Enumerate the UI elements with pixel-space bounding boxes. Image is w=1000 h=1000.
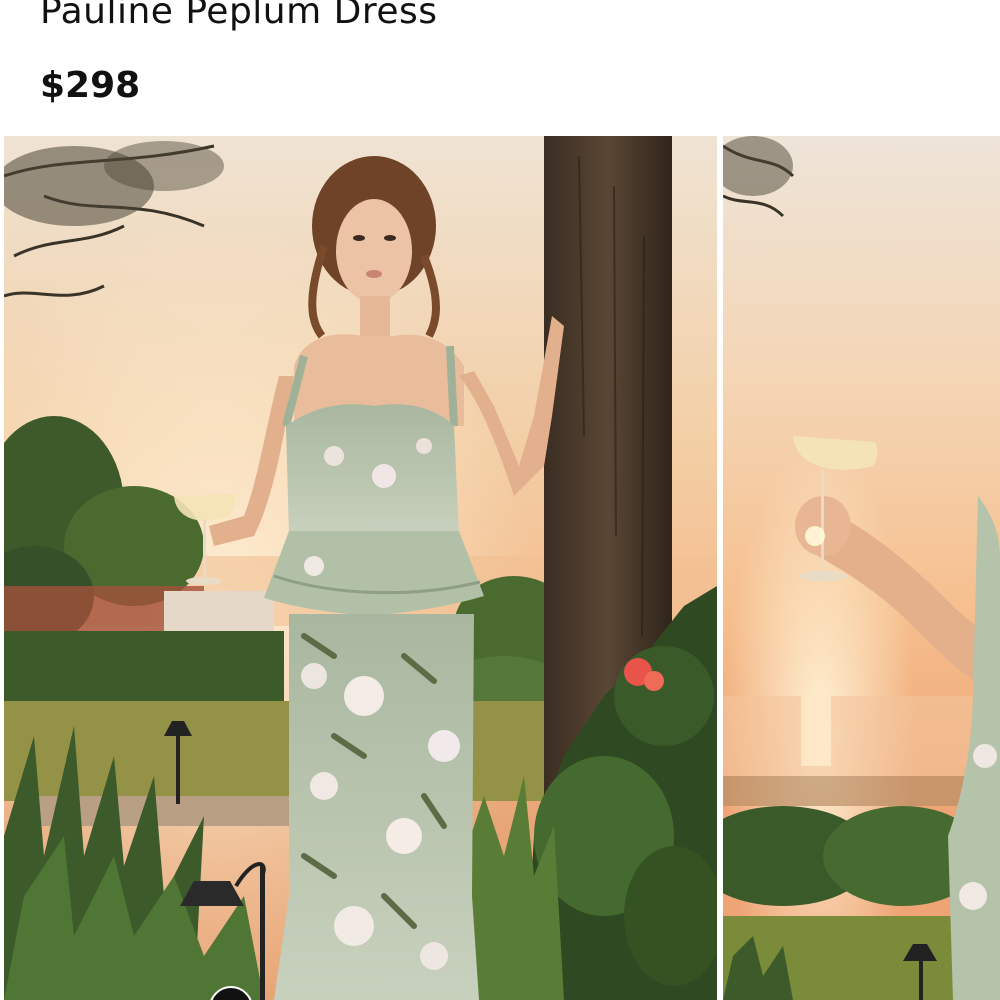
main-photo-illustration bbox=[4, 136, 717, 1000]
gallery-image-second[interactable] bbox=[723, 136, 1000, 1000]
gallery-left-edge bbox=[0, 136, 4, 1000]
product-header: Pauline Peplum Dress $298 bbox=[0, 0, 1000, 136]
product-price: $298 bbox=[40, 65, 141, 106]
product-title: Pauline Peplum Dress bbox=[40, 0, 438, 32]
gallery-image-main[interactable] bbox=[4, 136, 717, 1000]
second-photo-illustration bbox=[723, 136, 1000, 1000]
product-page: Pauline Peplum Dress $298 bbox=[0, 0, 1000, 1000]
product-image-gallery[interactable] bbox=[0, 136, 1000, 1000]
